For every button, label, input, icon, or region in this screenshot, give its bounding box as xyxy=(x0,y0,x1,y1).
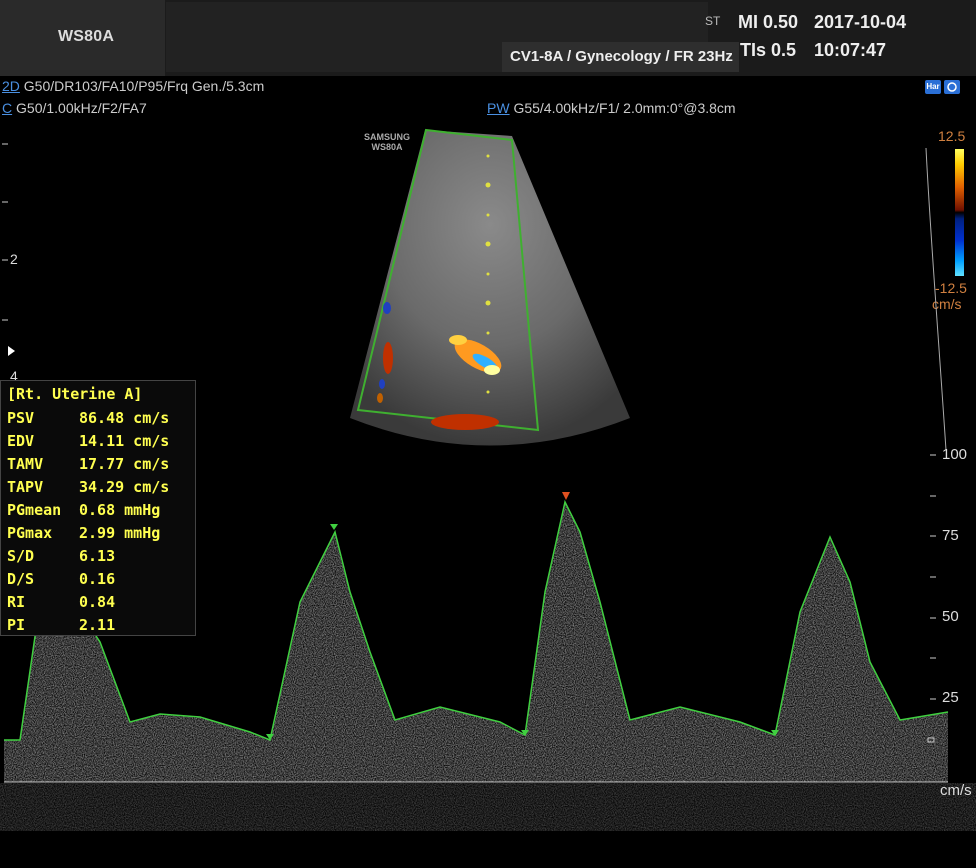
measurement-name: D/S xyxy=(7,570,35,588)
measurement-value: 14.11 cm/s xyxy=(79,432,170,450)
measurement-value: 0.68 mmHg xyxy=(79,501,161,519)
measurement-name: PI xyxy=(7,616,26,634)
measurement-row: S/D 6.13 xyxy=(7,545,197,567)
velocity-tick-25: 25 xyxy=(942,689,959,706)
measurement-row: TAPV 34.29 cm/s xyxy=(7,476,197,498)
measurement-value: 86.48 cm/s xyxy=(79,409,170,427)
measurement-row: PGmean 0.68 mmHg xyxy=(7,499,197,521)
measurement-row: PI 2.11 xyxy=(7,614,197,636)
measurement-name: TAPV xyxy=(7,478,44,496)
velocity-tick-75: 75 xyxy=(942,527,959,544)
velocity-tick-100: 100 xyxy=(942,446,968,463)
measurement-name: S/D xyxy=(7,547,35,565)
measurement-value: 2.99 mmHg xyxy=(79,524,161,542)
measurement-name: RI xyxy=(7,593,26,611)
ultrasound-image xyxy=(350,128,630,446)
device-logo: SAMSUNG WS80A xyxy=(364,132,410,152)
logo-line1: SAMSUNG xyxy=(364,132,411,142)
measurement-name: PGmean xyxy=(7,501,62,519)
measurement-row: PSV 86.48 cm/s xyxy=(7,407,197,429)
measurement-value: 17.77 cm/s xyxy=(79,455,170,473)
measurement-value: 2.11 xyxy=(79,616,116,634)
measurement-value: 0.16 xyxy=(79,570,116,588)
measurement-value: 34.29 cm/s xyxy=(79,478,170,496)
measurement-row: RI 0.84 xyxy=(7,591,197,613)
measurement-panel: [Rt. Uterine A] PSV 86.48 cm/s EDV 14.11 c… xyxy=(0,380,196,636)
depth-label-2: 2 xyxy=(10,251,18,267)
measurement-row: D/S 0.16 xyxy=(7,568,197,590)
measurement-value: 6.13 xyxy=(79,547,116,565)
measurement-name: PGmax xyxy=(7,524,53,542)
measurement-value: 0.84 xyxy=(79,593,116,611)
measurement-name: PSV xyxy=(7,409,35,427)
measurement-row: EDV 14.11 cm/s xyxy=(7,430,197,452)
logo-line2: WS80A xyxy=(371,142,403,152)
measurement-row: TAMV 17.77 cm/s xyxy=(7,453,197,475)
measurement-row: PGmax 2.99 mmHg xyxy=(7,522,197,544)
measurement-name: TAMV xyxy=(7,455,44,473)
velocity-tick-50: 50 xyxy=(942,608,959,625)
measurement-title: [Rt. Uterine A] xyxy=(7,385,143,403)
measurement-name: EDV xyxy=(7,432,35,450)
velocity-unit: cm/s xyxy=(940,782,972,799)
